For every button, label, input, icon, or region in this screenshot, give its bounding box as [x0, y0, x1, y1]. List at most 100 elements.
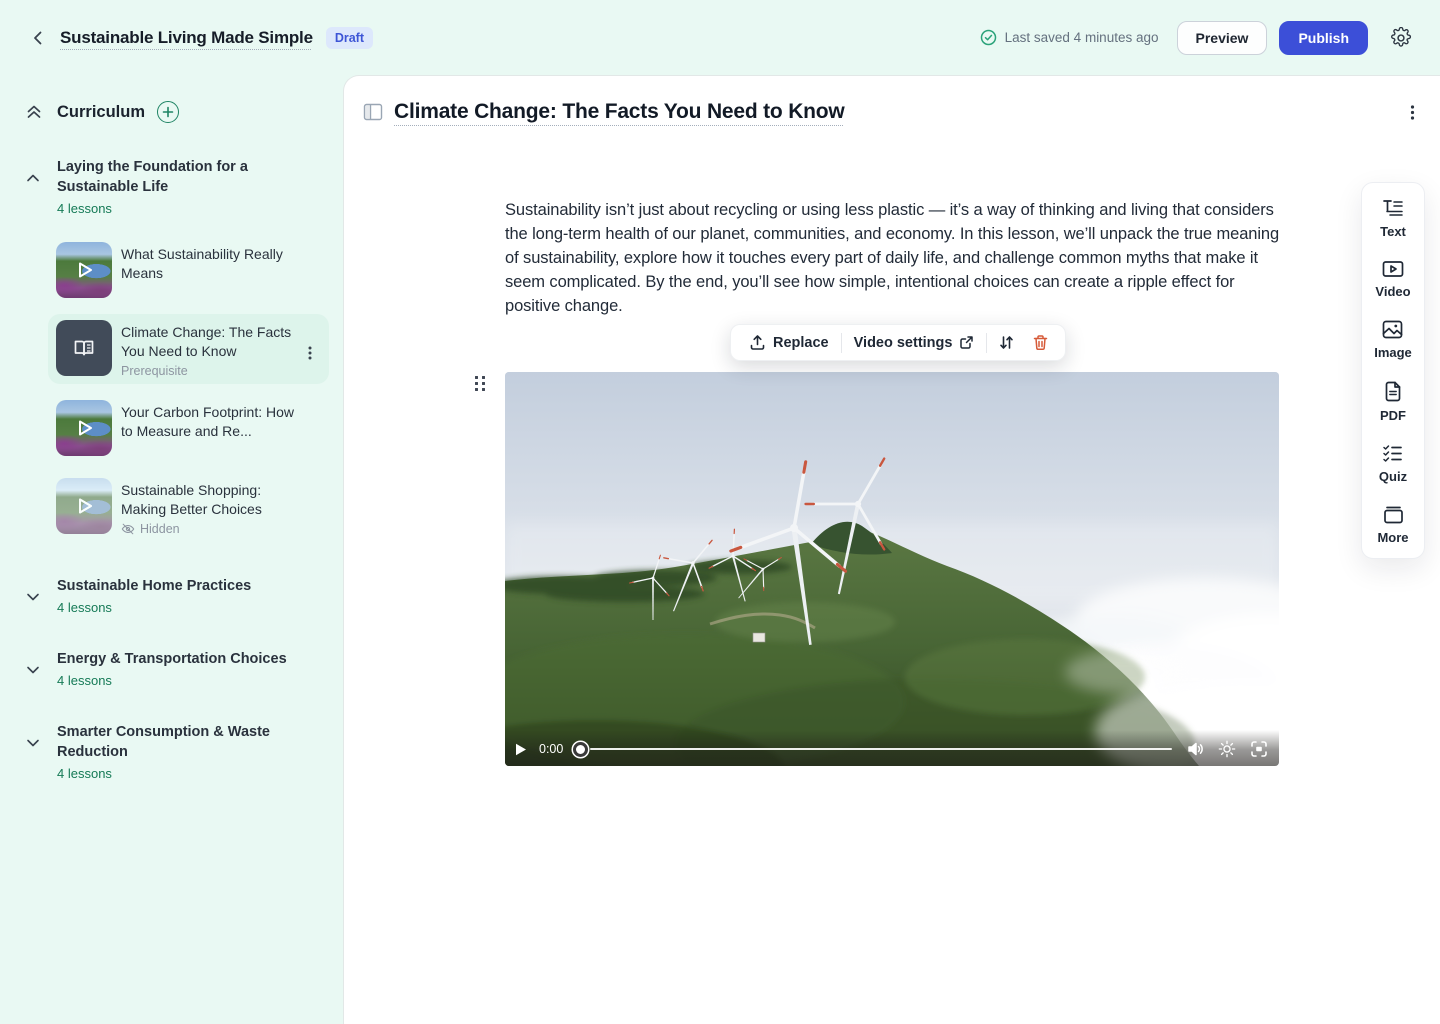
double-chevron-up-icon	[24, 102, 44, 122]
seek-track	[590, 748, 1172, 751]
lesson-subtitle: Hidden	[140, 522, 180, 536]
lesson-title: Climate Change: The Facts You Need to Kn…	[121, 324, 291, 359]
fullscreen-icon[interactable]	[1250, 740, 1269, 759]
lesson-video-thumbnail-hidden	[56, 478, 112, 534]
toolbar-divider	[841, 333, 842, 353]
seek-handle[interactable]	[573, 742, 588, 757]
course-builder-app: Sustainable Living Made Simple Draft Las…	[0, 0, 1440, 1024]
lesson-options-menu-button[interactable]	[1405, 102, 1423, 122]
section-header[interactable]: Sustainable Home Practices 4 lessons	[24, 576, 343, 615]
add-text-block-button[interactable]: Text	[1380, 198, 1406, 239]
play-icon	[56, 400, 112, 456]
section-title: Sustainable Home Practices	[57, 578, 251, 594]
play-icon	[56, 478, 112, 534]
add-quiz-block-button[interactable]: Quiz	[1379, 444, 1407, 484]
video-thumbnail-image	[505, 372, 1279, 766]
section-title: Energy & Transportation Choices	[57, 651, 287, 667]
chevron-down-icon	[24, 661, 42, 679]
lesson-video-thumbnail	[56, 400, 112, 456]
block-palette: Text Video Image PDF	[1361, 182, 1425, 559]
chevron-down-icon	[24, 588, 42, 606]
image-icon	[1382, 320, 1403, 339]
lesson-item-what-sustainability[interactable]: What Sustainability Really Means	[48, 236, 329, 304]
video-controls-bar: 0:00	[505, 730, 1279, 766]
quiz-icon	[1382, 444, 1403, 463]
lesson-header: Climate Change: The Facts You Need to Kn…	[363, 100, 1423, 124]
chevron-left-icon	[29, 29, 47, 47]
sidebar-toggle-icon[interactable]	[363, 101, 385, 123]
video-player[interactable]: 0:00	[505, 372, 1279, 766]
last-saved-text: Last saved 4 minutes ago	[1005, 30, 1159, 45]
video-quality-settings-icon[interactable]	[1218, 740, 1237, 759]
top-bar: Sustainable Living Made Simple Draft Las…	[0, 0, 1440, 75]
lesson-item-carbon-footprint[interactable]: Your Carbon Footprint: How to Measure an…	[48, 394, 329, 462]
add-pdf-block-button[interactable]: PDF	[1380, 381, 1406, 423]
lesson-title: Your Carbon Footprint: How to Measure an…	[121, 404, 294, 439]
curriculum-section: Laying the Foundation for a Sustainable …	[0, 157, 343, 542]
add-video-block-button[interactable]: Video	[1375, 260, 1410, 299]
curriculum-header: Curriculum	[24, 101, 343, 123]
trash-icon	[1032, 334, 1049, 351]
video-play-button[interactable]	[513, 740, 531, 758]
open-book-icon	[70, 334, 98, 362]
section-header[interactable]: Laying the Foundation for a Sustainable …	[24, 157, 343, 216]
curriculum-sidebar: Curriculum Laying the Foundation for a S…	[0, 75, 343, 1024]
kebab-icon	[1405, 104, 1423, 121]
swap-vertical-icon	[998, 334, 1015, 351]
delete-block-button[interactable]	[1025, 329, 1055, 357]
lesson-page-title[interactable]: Climate Change: The Facts You Need to Kn…	[394, 100, 845, 124]
collapse-all-button[interactable]	[24, 102, 44, 122]
plus-icon	[162, 106, 174, 118]
back-button[interactable]	[24, 24, 52, 52]
lesson-menu-button[interactable]	[303, 344, 319, 362]
lesson-title: What Sustainability Really Means	[121, 246, 283, 281]
video-settings-label: Video settings	[854, 335, 953, 351]
palette-label: Text	[1380, 224, 1406, 239]
text-icon	[1382, 198, 1404, 218]
check-circle-icon	[980, 29, 997, 46]
section-lessons-count: 4 lessons	[57, 600, 307, 615]
chevron-down-icon	[24, 734, 42, 752]
top-bar-actions: Last saved 4 minutes ago Preview Publish	[980, 21, 1416, 55]
volume-icon[interactable]	[1186, 740, 1205, 759]
move-block-button[interactable]	[991, 329, 1021, 357]
video-seek-bar[interactable]	[573, 741, 1172, 757]
add-image-block-button[interactable]: Image	[1374, 320, 1412, 360]
curriculum-section: Smarter Consumption & Waste Reduction 4 …	[0, 722, 343, 781]
video-settings-button[interactable]: Video settings	[846, 329, 983, 357]
more-blocks-button[interactable]: More	[1377, 505, 1408, 545]
gear-icon	[1390, 27, 1412, 49]
play-icon	[56, 242, 112, 298]
replace-video-button[interactable]: Replace	[741, 328, 837, 357]
curriculum-title: Curriculum	[57, 103, 145, 122]
more-icon	[1383, 505, 1404, 524]
course-title[interactable]: Sustainable Living Made Simple	[60, 28, 313, 48]
toolbar-divider	[986, 333, 987, 353]
lesson-item-climate-change[interactable]: Climate Change: The Facts You Need to Kn…	[48, 314, 329, 384]
video-current-time: 0:00	[539, 742, 563, 756]
block-drag-handle[interactable]	[475, 376, 489, 396]
section-header[interactable]: Smarter Consumption & Waste Reduction 4 …	[24, 722, 343, 781]
replace-label: Replace	[773, 335, 829, 351]
add-curriculum-item-button[interactable]	[157, 101, 179, 123]
preview-button[interactable]: Preview	[1177, 21, 1268, 55]
lesson-item-sustainable-shopping[interactable]: Sustainable Shopping: Making Better Choi…	[48, 472, 329, 542]
section-header[interactable]: Energy & Transportation Choices 4 lesson…	[24, 649, 343, 688]
upload-icon	[749, 334, 766, 351]
lesson-subtitle: Prerequisite	[121, 364, 299, 378]
lesson-editor-panel: Climate Change: The Facts You Need to Kn…	[343, 75, 1440, 1024]
chevron-up-icon	[24, 169, 42, 187]
section-title: Laying the Foundation for a Sustainable …	[57, 159, 248, 195]
section-title: Smarter Consumption & Waste Reduction	[57, 724, 270, 760]
palette-label: Image	[1374, 345, 1412, 360]
status-badge: Draft	[326, 27, 373, 49]
lesson-title: Sustainable Shopping: Making Better Choi…	[121, 482, 262, 517]
lesson-intro-paragraph[interactable]: Sustainability isn’t just about recyclin…	[505, 198, 1281, 318]
eye-off-icon	[121, 522, 135, 536]
curriculum-section: Sustainable Home Practices 4 lessons	[0, 576, 343, 615]
publish-button[interactable]: Publish	[1279, 21, 1368, 55]
curriculum-section: Energy & Transportation Choices 4 lesson…	[0, 649, 343, 688]
lesson-video-thumbnail	[56, 242, 112, 298]
autosave-status: Last saved 4 minutes ago	[980, 29, 1159, 46]
settings-button[interactable]	[1386, 23, 1416, 53]
